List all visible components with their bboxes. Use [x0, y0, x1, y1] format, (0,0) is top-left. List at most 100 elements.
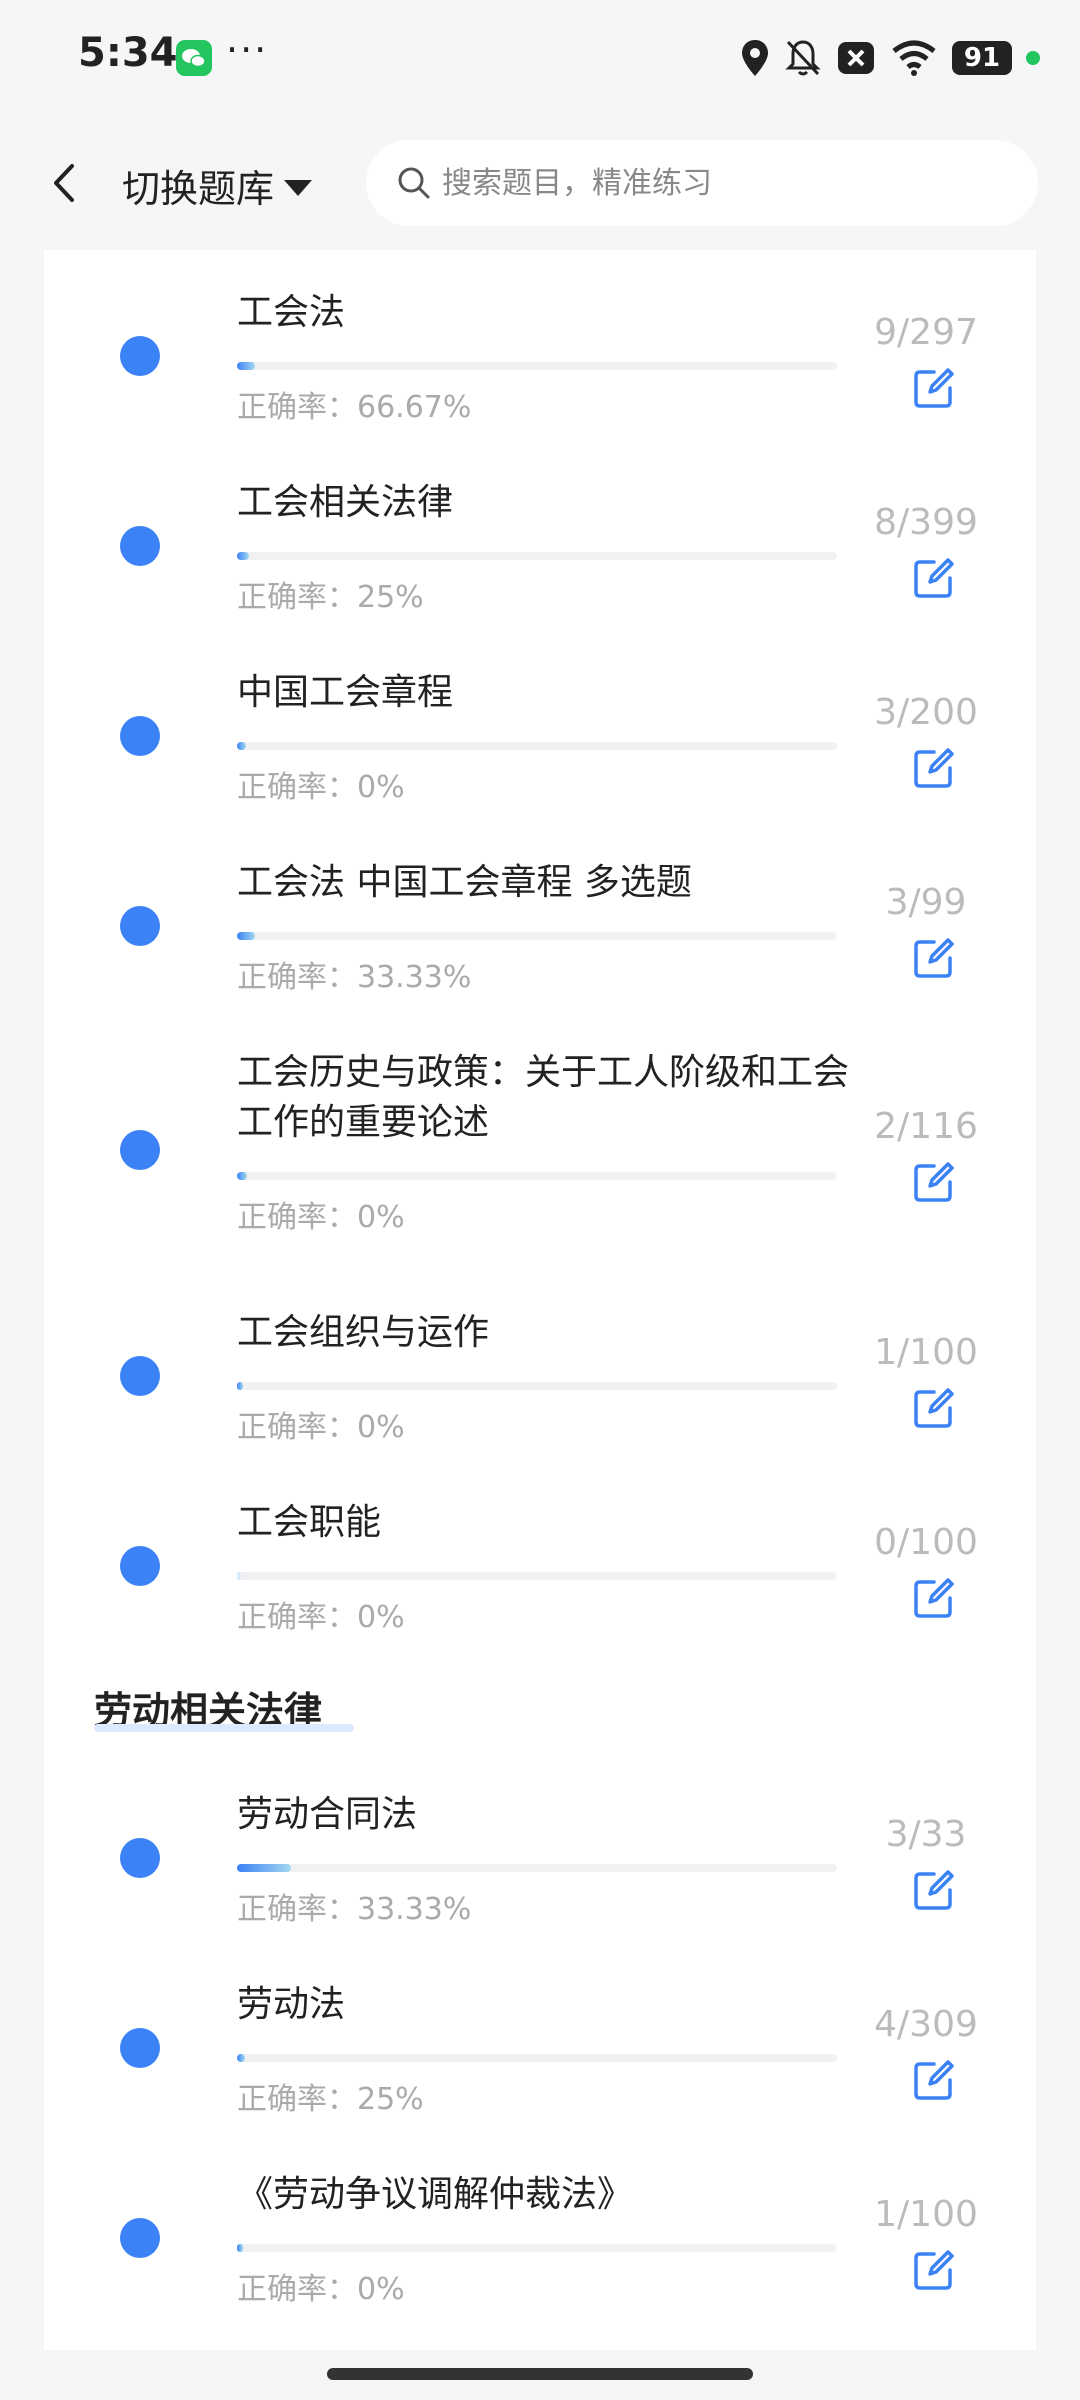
chapter-row[interactable]: 工会职能 正确率：0% 0/100: [44, 1498, 1036, 1663]
chapter-title: 工会职能: [237, 1502, 382, 1543]
chapter-accuracy: 正确率：33.33%: [237, 952, 471, 996]
chapter-title: 中国工会章程: [237, 672, 454, 713]
chapter-accuracy: 正确率：25%: [237, 572, 424, 616]
accuracy-label: 正确率：: [237, 390, 357, 425]
chapter-bullet: [120, 2218, 160, 2258]
chapter-bullet: [120, 1838, 160, 1878]
edit-practice-icon[interactable]: [912, 936, 956, 980]
chapter-progress-fill: [237, 932, 255, 940]
chapter-accuracy: 正确率：0%: [237, 1192, 405, 1236]
accuracy-label: 正确率：: [237, 2082, 357, 2117]
switch-question-bank-button[interactable]: 切换题库: [122, 158, 313, 213]
chapter-row[interactable]: 劳动合同法 正确率：33.33% 3/33: [44, 1790, 1036, 1955]
chapter-accuracy: 正确率：0%: [237, 2264, 405, 2308]
chapter-bullet: [120, 336, 160, 376]
status-time: 5:34: [78, 30, 178, 76]
privacy-indicator-icon: [1026, 51, 1040, 65]
chapter-row[interactable]: 工会法 正确率：66.67% 9/297: [44, 288, 1036, 453]
chapter-title: 劳动合同法: [237, 1794, 418, 1835]
accuracy-label: 正确率：: [237, 770, 357, 805]
search-input[interactable]: [440, 164, 1004, 202]
accuracy-label: 正确率：: [237, 1200, 357, 1235]
chapter-progress-bar: [237, 1572, 837, 1580]
edit-practice-icon[interactable]: [912, 2058, 956, 2102]
chapter-progress-fill: [237, 2244, 243, 2252]
search-icon: [398, 167, 430, 199]
chapter-accuracy: 正确率：33.33%: [237, 1884, 471, 1928]
chapter-title: 劳动法: [237, 1984, 346, 2025]
status-bar: 5:34 ··· 91: [0, 0, 1080, 118]
edit-practice-icon[interactable]: [912, 556, 956, 600]
accuracy-value: 0%: [357, 2272, 405, 2307]
wechat-icon: [176, 40, 212, 76]
search-bar[interactable]: [366, 140, 1038, 226]
chapter-progress-fill: [237, 2054, 245, 2062]
close-box-icon: [836, 40, 876, 76]
edit-practice-icon[interactable]: [912, 2248, 956, 2292]
chapter-row[interactable]: 工会组织与运作 正确率：0% 1/100: [44, 1308, 1036, 1473]
chapter-bullet: [120, 906, 160, 946]
chapter-bullet: [120, 2028, 160, 2068]
accuracy-value: 25%: [357, 2082, 424, 2117]
chapter-count: 1/100: [874, 1332, 978, 1373]
accuracy-label: 正确率：: [237, 2272, 357, 2307]
edit-practice-icon[interactable]: [912, 1386, 956, 1430]
accuracy-value: 25%: [357, 580, 424, 615]
chapter-count: 2/116: [874, 1106, 978, 1147]
chapter-progress-bar: [237, 552, 837, 560]
chapter-progress-bar: [237, 2244, 837, 2252]
edit-practice-icon[interactable]: [912, 1576, 956, 1620]
edit-practice-icon[interactable]: [912, 746, 956, 790]
chapter-progress-bar: [237, 1382, 837, 1390]
accuracy-label: 正确率：: [237, 960, 357, 995]
chapter-count: 8/399: [874, 502, 978, 543]
top-bar: 切换题库: [0, 118, 1080, 248]
accuracy-value: 0%: [357, 1600, 405, 1635]
status-icons: 91: [740, 34, 1040, 82]
wifi-icon: [890, 39, 938, 77]
battery-icon: 91: [952, 41, 1012, 75]
chapter-count: 9/297: [874, 312, 978, 353]
chapter-row[interactable]: 中国工会章程 正确率：0% 3/200: [44, 668, 1036, 833]
chapter-progress-fill: [237, 1172, 248, 1180]
home-indicator[interactable]: [327, 2368, 753, 2380]
accuracy-label: 正确率：: [237, 1600, 357, 1635]
mute-bell-icon: [784, 38, 822, 78]
accuracy-value: 0%: [357, 1200, 405, 1235]
chapter-row[interactable]: 《劳动争议调解仲裁法》 正确率：0% 1/100: [44, 2170, 1036, 2335]
chapter-progress-fill: [237, 1864, 291, 1872]
accuracy-value: 0%: [357, 1410, 405, 1445]
location-icon: [740, 38, 770, 78]
chapter-progress-bar: [237, 932, 837, 940]
chapter-title: 工会组织与运作: [237, 1312, 490, 1353]
chapter-list-card: 劳动相关法律 工会法 正确率：66.67% 9/297 工会相关法律 正确率：25% 8/…: [44, 250, 1036, 2350]
accuracy-label: 正确率：: [237, 1892, 357, 1927]
chapter-accuracy: 正确率：0%: [237, 1402, 405, 1446]
edit-practice-icon[interactable]: [912, 1868, 956, 1912]
chapter-progress-bar: [237, 742, 837, 750]
chapter-accuracy: 正确率：0%: [237, 762, 405, 806]
chapter-bullet: [120, 1130, 160, 1170]
chapter-bullet: [120, 526, 160, 566]
chapter-row[interactable]: 工会历史与政策：关于工人阶级和工会工作的重要论述 正确率：0% 2/116: [44, 1048, 1036, 1248]
chapter-progress-bar: [237, 1172, 837, 1180]
chapter-count: 3/200: [874, 692, 978, 733]
chapter-accuracy: 正确率：0%: [237, 1592, 405, 1636]
chapter-progress-fill: [237, 552, 249, 560]
accuracy-value: 33.33%: [357, 960, 472, 995]
chapter-count: 3/99: [885, 882, 967, 923]
chapter-accuracy: 正确率：25%: [237, 2074, 424, 2118]
chapter-row[interactable]: 工会相关法律 正确率：25% 8/399: [44, 478, 1036, 643]
chapter-progress-fill: [237, 1382, 243, 1390]
back-arrow-icon[interactable]: [44, 158, 84, 208]
edit-practice-icon[interactable]: [912, 366, 956, 410]
chapter-progress-fill: [237, 362, 255, 370]
chapter-row[interactable]: 工会法 中国工会章程 多选题 正确率：33.33% 3/99: [44, 858, 1036, 1023]
accuracy-value: 0%: [357, 770, 405, 805]
edit-practice-icon[interactable]: [912, 1160, 956, 1204]
chapter-title: 工会相关法律: [237, 482, 454, 523]
switch-bank-label: 切换题库: [122, 167, 275, 211]
chapter-progress-bar: [237, 362, 837, 370]
chapter-row[interactable]: 劳动法 正确率：25% 4/309: [44, 1980, 1036, 2145]
chapter-progress-bar: [237, 2054, 837, 2062]
